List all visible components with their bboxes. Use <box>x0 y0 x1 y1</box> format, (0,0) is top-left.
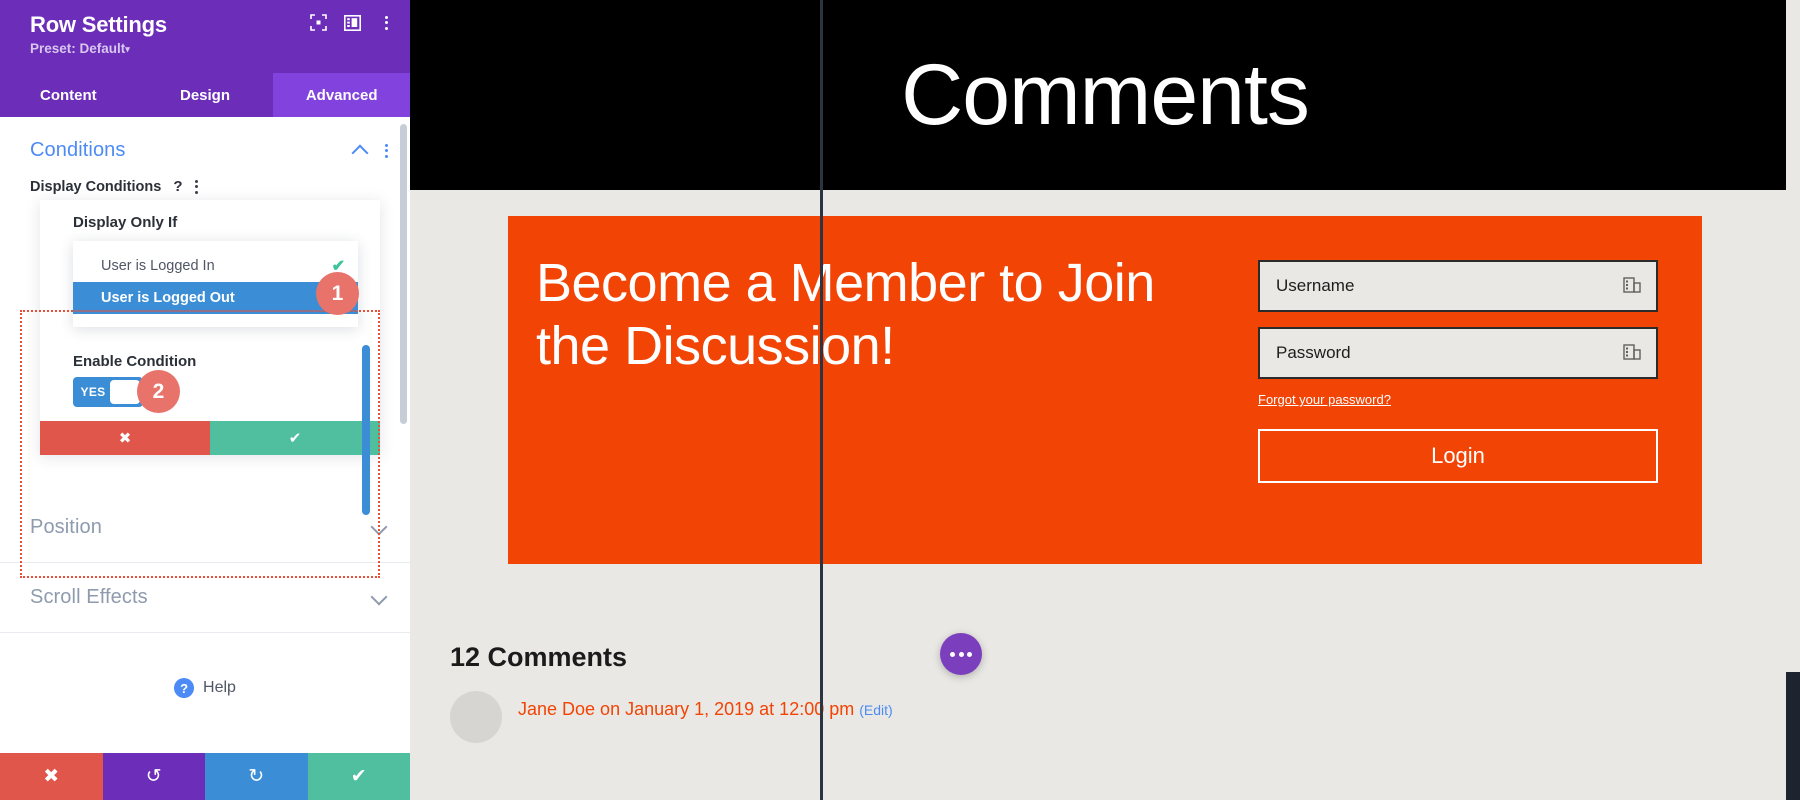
content-area: Become a Member to Join the Discussion! … <box>410 190 1800 743</box>
tab-advanced[interactable]: Advanced <box>273 73 410 117</box>
panel-footer: ✖ ↺ ↻ ✔ <box>0 753 410 800</box>
redo-button[interactable]: ↻ <box>205 753 308 800</box>
password-field[interactable]: Password <box>1258 327 1658 379</box>
tab-content[interactable]: Content <box>0 73 137 117</box>
app-screen: Row Settings Preset: Default▾ Content De… <box>0 0 1800 800</box>
help-label: Help <box>203 679 236 696</box>
display-conditions-label: Display Conditions <box>30 178 162 195</box>
section-position[interactable]: Position <box>0 493 410 563</box>
panel-body: Conditions Display Conditions ? Display … <box>0 117 410 753</box>
comments-count-heading: 12 Comments <box>450 642 628 672</box>
toggle-knob <box>110 380 140 404</box>
more-options-icon[interactable] <box>378 15 394 30</box>
layout-columns-icon[interactable] <box>344 14 361 31</box>
membership-copy: Become a Member to Join the Discussion! <box>536 252 1218 528</box>
comment-meta: Jane Doe on January 1, 2019 at 12:00 pm … <box>518 691 893 720</box>
enable-condition-toggle[interactable]: YES <box>73 377 143 407</box>
tab-design[interactable]: Design <box>137 73 274 117</box>
conditions-title: Conditions <box>30 139 126 161</box>
dropdown-option-user-logged-in[interactable]: User is Logged In ✔ <box>73 250 358 282</box>
scrollbar-thumb[interactable] <box>400 124 407 424</box>
settings-tabs: Content Design Advanced <box>0 73 410 117</box>
conditions-section-header: Conditions <box>0 117 410 178</box>
help-icon: ? <box>174 678 195 698</box>
fullscreen-icon[interactable] <box>310 14 327 31</box>
hero-banner: Comments <box>410 0 1800 190</box>
avatar <box>450 691 502 743</box>
condition-confirm-button[interactable]: ✔ <box>210 421 380 455</box>
enable-condition-group: Enable Condition YES <box>40 327 380 407</box>
password-placeholder: Password <box>1276 343 1351 362</box>
panel-header: Row Settings Preset: Default▾ <box>0 0 410 73</box>
condition-action-buttons: ✖ ✔ <box>40 421 380 455</box>
condition-card: Display Only If User is Logged In ✔ User… <box>40 200 380 455</box>
condition-cancel-button[interactable]: ✖ <box>40 421 210 455</box>
panel-scrollbar[interactable] <box>400 124 407 690</box>
comment-author-date: Jane Doe on January 1, 2019 at 12:00 pm <box>518 699 855 719</box>
callout-badge-1: 1 <box>316 272 359 315</box>
builder-fab-button[interactable] <box>940 633 982 675</box>
position-title: Position <box>30 516 102 538</box>
chevron-down-icon[interactable] <box>372 520 388 536</box>
chevron-down-icon[interactable] <box>372 590 388 606</box>
row-settings-panel: Row Settings Preset: Default▾ Content De… <box>0 0 410 800</box>
comment-edit-link[interactable]: (Edit) <box>859 702 892 718</box>
hero-title: Comments <box>901 46 1310 143</box>
panel-header-icons <box>310 14 394 31</box>
undo-button[interactable]: ↺ <box>102 753 205 800</box>
username-field[interactable]: Username <box>1258 260 1658 312</box>
dropdown-option-label: User is Logged In <box>101 258 215 274</box>
membership-cta-block: Become a Member to Join the Discussion! … <box>508 216 1702 564</box>
login-form: Username Password Forgot your password? … <box>1258 252 1658 528</box>
lock-icon <box>1622 342 1644 364</box>
condition-type-dropdown[interactable]: User is Logged In ✔ User is Logged Out <box>73 241 358 327</box>
page-preview: Comments Become a Member to Join the Dis… <box>410 0 1800 800</box>
condition-card-scrollbar[interactable] <box>362 345 370 515</box>
enable-condition-label: Enable Condition <box>73 353 197 370</box>
comment-item: Jane Doe on January 1, 2019 at 12:00 pm … <box>450 691 1800 743</box>
conditions-more-icon[interactable] <box>385 143 388 158</box>
right-rail-dark-segment <box>1786 672 1800 800</box>
chevron-up-icon[interactable] <box>353 143 369 159</box>
login-button[interactable]: Login <box>1258 429 1658 483</box>
membership-heading: Become a Member to Join the Discussion! <box>536 253 1155 377</box>
toggle-value: YES <box>80 385 106 399</box>
dropdown-option-user-logged-out[interactable]: User is Logged Out <box>73 282 358 314</box>
dropdown-option-label: User is Logged Out <box>101 290 235 306</box>
discard-button[interactable]: ✖ <box>0 753 103 800</box>
preset-label: Preset: Default <box>30 41 126 56</box>
preset-selector[interactable]: Preset: Default▾ <box>30 41 396 56</box>
preview-left-edge <box>820 0 823 800</box>
forgot-password-link[interactable]: Forgot your password? <box>1258 392 1658 407</box>
display-conditions-label-row: Display Conditions ? <box>30 178 388 195</box>
help-question-icon[interactable]: ? <box>173 178 182 195</box>
username-placeholder: Username <box>1276 276 1355 295</box>
user-icon <box>1622 275 1644 297</box>
display-only-if-label: Display Only If <box>73 214 178 231</box>
display-conditions-group: Display Conditions ? Display Only If Use… <box>0 178 410 455</box>
callout-badge-2: 2 <box>137 370 180 413</box>
display-conditions-more-icon[interactable] <box>194 179 198 194</box>
scroll-effects-title: Scroll Effects <box>30 586 148 608</box>
help-link[interactable]: ? Help <box>0 633 410 698</box>
section-scroll-effects[interactable]: Scroll Effects <box>0 563 410 633</box>
chevron-down-icon: ▾ <box>125 44 130 54</box>
save-button[interactable]: ✔ <box>307 753 410 800</box>
